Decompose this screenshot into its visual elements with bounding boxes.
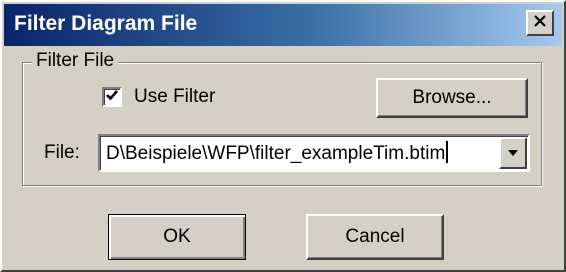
cancel-button[interactable]: Cancel (306, 214, 444, 260)
close-button[interactable] (526, 10, 554, 36)
use-filter-checkbox[interactable]: Use Filter (102, 86, 215, 108)
use-filter-label: Use Filter (134, 86, 216, 107)
chevron-down-icon (507, 144, 519, 162)
browse-button[interactable]: Browse... (376, 78, 528, 118)
window-title: Filter Diagram File (14, 12, 198, 35)
checkmark-icon (105, 88, 119, 107)
title-bar[interactable]: Filter Diagram File (4, 4, 562, 46)
dropdown-button[interactable] (499, 137, 527, 169)
file-input[interactable]: D\Beispiele\WFP\filter_exampleTim.btim (106, 141, 496, 166)
group-label: Filter File (32, 50, 119, 72)
ok-button[interactable]: OK (108, 214, 246, 260)
file-combobox[interactable]: D\Beispiele\WFP\filter_exampleTim.btim (98, 134, 530, 172)
file-path-text: D\Beispiele\WFP\filter_exampleTim.btim (106, 143, 446, 164)
file-label: File: (44, 142, 80, 163)
text-caret (446, 141, 449, 163)
close-icon (533, 14, 547, 32)
checkbox-box[interactable] (102, 87, 122, 107)
